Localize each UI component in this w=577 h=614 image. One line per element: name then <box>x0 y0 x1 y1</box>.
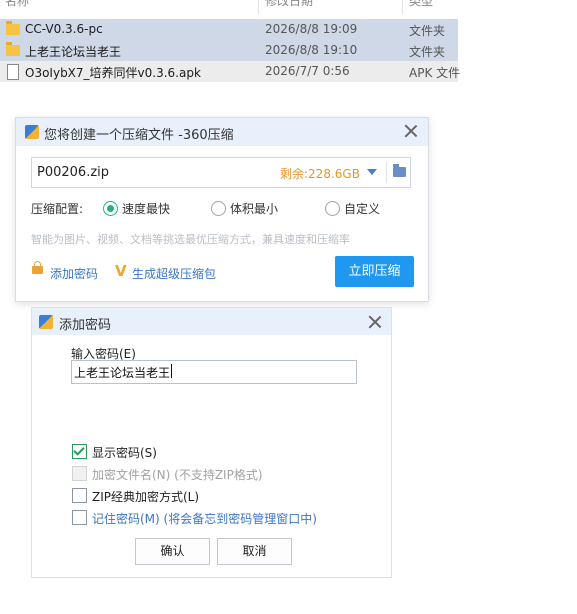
lock-icon[interactable] <box>32 261 43 274</box>
text-caret <box>171 364 172 378</box>
password-value[interactable]: 上老王论坛当老王 <box>74 364 170 381</box>
remember-password-label[interactable]: 记住密码(M) (将会备忘到密码管理窗口中) <box>92 510 317 527</box>
add-password-dialog: 添加密码 输入密码(E) 上老王论坛当老王 显示密码(S) 加密文件名(N) (… <box>31 307 392 578</box>
radio-smallest-label[interactable]: 体积最小 <box>230 200 278 217</box>
password-field[interactable]: 上老王论坛当老王 <box>71 360 357 384</box>
column-header-name[interactable]: 名称 <box>5 0 29 12</box>
compression-config-label: 压缩配置: <box>31 202 84 216</box>
column-header-type[interactable]: 类型 <box>409 0 433 12</box>
file-icon <box>7 64 19 80</box>
compress-now-button[interactable]: 立即压缩 <box>335 256 414 287</box>
zip-classic-encryption-checkbox[interactable] <box>72 488 87 503</box>
file-row-folder[interactable]: 上老王论坛当老王 2026/8/8 19:10 文件夹 <box>0 40 458 61</box>
divider <box>386 162 387 183</box>
compress-dialog-title: 您将创建一个压缩文件 -360压缩 <box>44 128 234 143</box>
add-password-link[interactable]: 添加密码 <box>50 265 98 282</box>
cancel-button[interactable]: 取消 <box>217 538 292 565</box>
radio-custom-label[interactable]: 自定义 <box>344 200 380 217</box>
add-password-title: 添加密码 <box>59 318 112 333</box>
remember-password-checkbox[interactable] <box>72 510 87 525</box>
browse-folder-icon[interactable] <box>393 164 406 177</box>
radio-smallest[interactable] <box>211 201 226 216</box>
column-divider[interactable] <box>402 0 403 14</box>
archive-filename[interactable]: P00206.zip <box>37 165 109 180</box>
file-name: CC-V0.3.6-pc <box>25 22 103 36</box>
zip-classic-encryption-label[interactable]: ZIP经典加密方式(L) <box>92 488 199 505</box>
file-name: 上老王论坛当老王 <box>25 45 122 59</box>
encrypt-filenames-checkbox <box>72 466 87 481</box>
compressor-app-icon <box>25 125 39 139</box>
free-space-label: 剩余:228.6GB <box>280 167 360 181</box>
compressor-app-icon <box>39 315 53 329</box>
archive-path-field[interactable]: P00206.zip 剩余:228.6GB <box>31 157 411 188</box>
file-date: 2026/8/8 19:10 <box>265 43 358 57</box>
file-row-folder[interactable]: CC-V0.3.6-pc 2026/8/8 19:09 文件夹 <box>0 19 458 40</box>
close-icon[interactable] <box>404 124 418 138</box>
column-header-date[interactable]: 修改日期 <box>265 0 313 12</box>
file-type: 文件夹 <box>409 45 446 59</box>
file-name: O3oIybX7_培养同伴v0.3.6.apk <box>25 66 201 80</box>
encrypt-filenames-label: 加密文件名(N) (不支持ZIP格式) <box>92 468 263 482</box>
show-password-checkbox[interactable] <box>72 444 87 459</box>
radio-fastest[interactable] <box>103 201 118 216</box>
show-password-label[interactable]: 显示密码(S) <box>92 444 157 461</box>
ok-button[interactable]: 确认 <box>135 538 210 565</box>
vip-v-icon: V <box>115 262 127 280</box>
compression-hint: 智能为图片、视频、文档等挑选最优压缩方式，兼具速度和压缩率 <box>31 233 350 246</box>
file-type: APK 文件 <box>409 66 461 80</box>
folder-icon <box>6 21 20 35</box>
folder-icon <box>6 42 20 56</box>
radio-custom[interactable] <box>325 201 340 216</box>
file-type: 文件夹 <box>409 24 446 38</box>
file-row-apk[interactable]: O3oIybX7_培养同伴v0.3.6.apk 2026/7/7 0:56 AP… <box>0 61 461 82</box>
chevron-down-icon[interactable] <box>367 169 377 175</box>
file-explorer: 名称 修改日期 类型 CC-V0.3.6-pc 2026/8/8 19:09 文… <box>0 0 577 86</box>
compress-dialog-titlebar[interactable]: 您将创建一个压缩文件 -360压缩 <box>16 118 428 146</box>
file-date: 2026/8/8 19:09 <box>265 22 358 36</box>
close-icon[interactable] <box>368 315 382 329</box>
file-date: 2026/7/7 0:56 <box>265 64 350 78</box>
super-package-link[interactable]: 生成超级压缩包 <box>132 265 216 282</box>
column-divider[interactable] <box>258 0 259 14</box>
radio-fastest-label[interactable]: 速度最快 <box>122 200 170 217</box>
add-password-titlebar[interactable]: 添加密码 <box>32 308 391 335</box>
compress-dialog: 您将创建一个压缩文件 -360压缩 P00206.zip 剩余:228.6GB … <box>15 117 429 302</box>
